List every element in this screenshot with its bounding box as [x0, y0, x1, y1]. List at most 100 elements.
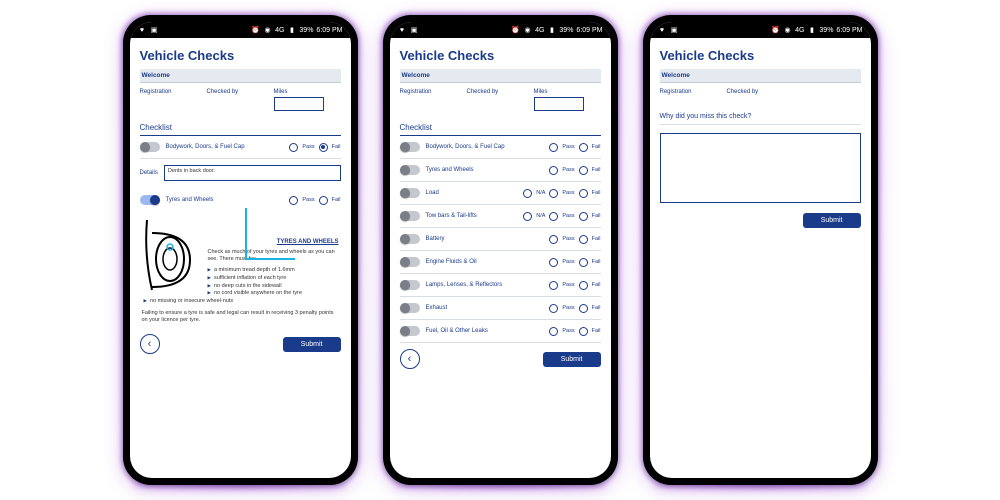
chevron-left-icon: ‹ [148, 338, 152, 350]
pass-radio[interactable] [549, 258, 558, 267]
registration-label: Registration [660, 89, 727, 95]
signal-icon: ▮ [547, 26, 556, 35]
heart-icon: ♥ [658, 26, 667, 35]
toggle[interactable] [400, 165, 420, 175]
checklist-item: Engine Fluids & OilPassFail [400, 251, 601, 274]
checklist-item: Tow bars & Tail-liftsN/APassFail [400, 205, 601, 228]
toggle[interactable] [400, 234, 420, 244]
na-radio[interactable] [523, 212, 532, 221]
item-label: Battery [426, 236, 550, 242]
submit-button[interactable]: Submit [543, 352, 601, 367]
na-radio[interactable] [523, 189, 532, 198]
toggle[interactable] [400, 303, 420, 313]
checklist-item: Bodywork, Doors, & Fuel Cap Pass Fail [140, 136, 341, 159]
fail-radio[interactable] [579, 189, 588, 198]
fail-label: Fail [592, 328, 601, 334]
fail-label: Fail [592, 305, 601, 311]
fail-radio[interactable] [319, 196, 328, 205]
miles-label: Miles [534, 89, 601, 95]
info-panel: TYRES AND WHEELS Check as much of your t… [140, 211, 341, 324]
meta-row: Registration Checked by Miles [400, 83, 601, 119]
details-input[interactable]: Dents in back door. [164, 165, 341, 181]
data-icon: 4G [275, 27, 284, 34]
submit-button[interactable]: Submit [803, 213, 861, 228]
fail-radio[interactable] [579, 212, 588, 221]
checklist-item: Fuel, Oil & Other LeaksPassFail [400, 320, 601, 343]
toggle[interactable] [140, 142, 160, 152]
toggle[interactable] [400, 280, 420, 290]
battery-text: 39% [559, 27, 573, 34]
miles-input[interactable] [534, 97, 584, 111]
checklist-item: Tyres and Wheels Pass Fail [140, 189, 341, 211]
toggle[interactable] [400, 188, 420, 198]
phone-2: ♥ ▣ ⏰ ◉ 4G ▮ 39% 6:09 PM Vehicle Checks … [383, 15, 618, 485]
alarm-icon: ⏰ [771, 26, 780, 35]
pass-radio[interactable] [289, 143, 298, 152]
checkedby-label: Checked by [467, 89, 534, 95]
submit-button[interactable]: Submit [283, 337, 341, 352]
pass-radio[interactable] [289, 196, 298, 205]
na-label: N/A [536, 213, 545, 219]
pass-radio[interactable] [549, 235, 558, 244]
pass-label: Pass [302, 197, 314, 203]
data-icon: 4G [535, 27, 544, 34]
item-label: Load [426, 190, 524, 196]
item-label: Engine Fluids & Oil [426, 259, 550, 265]
fail-radio[interactable] [319, 143, 328, 152]
fail-label: Fail [592, 144, 601, 150]
na-label: N/A [536, 190, 545, 196]
toggle[interactable] [140, 195, 160, 205]
details-row: Details Dents in back door. [140, 159, 341, 189]
pass-radio[interactable] [549, 166, 558, 175]
pass-radio[interactable] [549, 143, 558, 152]
heart-icon: ♥ [138, 26, 147, 35]
status-bar: ♥ ▣ ⏰ ◉ 4G ▮ 39% 6:09 PM [390, 22, 611, 38]
pass-radio[interactable] [549, 327, 558, 336]
checklist-head: Checklist [400, 119, 601, 136]
fail-radio[interactable] [579, 235, 588, 244]
fail-radio[interactable] [579, 166, 588, 175]
fail-label: Fail [332, 144, 341, 150]
pass-label: Pass [562, 167, 574, 173]
fail-label: Fail [592, 236, 601, 242]
alarm-icon: ⏰ [511, 26, 520, 35]
pass-radio[interactable] [549, 212, 558, 221]
miles-label: Miles [274, 89, 341, 95]
checklist-item: Lamps, Lenses, & ReflectorsPassFail [400, 274, 601, 297]
back-button[interactable]: ‹ [140, 334, 160, 354]
page-title: Vehicle Checks [400, 46, 601, 69]
miles-input[interactable] [274, 97, 324, 111]
fail-label: Fail [332, 197, 341, 203]
toggle[interactable] [400, 211, 420, 221]
fail-radio[interactable] [579, 281, 588, 290]
reason-textarea[interactable] [660, 133, 861, 203]
chevron-left-icon: ‹ [408, 353, 412, 365]
time-text: 6:09 PM [576, 27, 602, 34]
checkedby-label: Checked by [727, 89, 794, 95]
meta-row: Registration Checked by Miles [140, 83, 341, 119]
pass-radio[interactable] [549, 281, 558, 290]
pass-radio[interactable] [549, 304, 558, 313]
wifi-icon: ◉ [523, 26, 532, 35]
signal-icon: ▮ [287, 26, 296, 35]
toggle[interactable] [400, 326, 420, 336]
fail-radio[interactable] [579, 327, 588, 336]
fail-radio[interactable] [579, 143, 588, 152]
back-button[interactable]: ‹ [400, 349, 420, 369]
pass-label: Pass [562, 282, 574, 288]
pass-label: Pass [562, 190, 574, 196]
page-title: Vehicle Checks [660, 46, 861, 69]
fail-radio[interactable] [579, 258, 588, 267]
fail-radio[interactable] [579, 304, 588, 313]
pass-radio[interactable] [549, 189, 558, 198]
item-label: Fuel, Oil & Other Leaks [426, 328, 550, 334]
toggle[interactable] [400, 142, 420, 152]
checklist-item: Bodywork, Doors, & Fuel CapPassFail [400, 136, 601, 159]
alarm-icon: ⏰ [251, 26, 260, 35]
pass-label: Pass [562, 259, 574, 265]
signal-icon: ▮ [807, 26, 816, 35]
registration-label: Registration [140, 89, 207, 95]
toggle[interactable] [400, 257, 420, 267]
checklist-item: ExhaustPassFail [400, 297, 601, 320]
fail-label: Fail [592, 190, 601, 196]
